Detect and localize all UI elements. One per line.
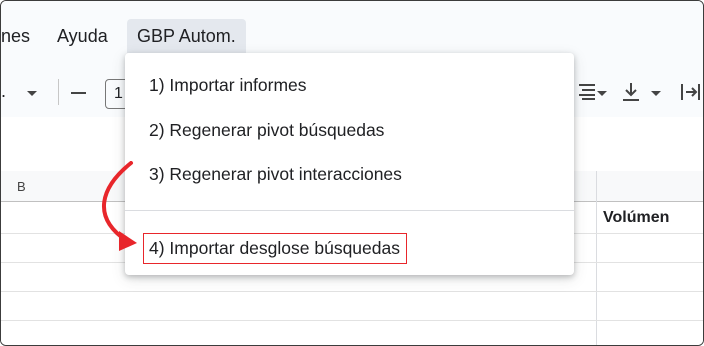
menu-item-importar-informes[interactable]: 1) Importar informes (149, 75, 307, 96)
align-chevron-down-icon[interactable] (597, 91, 607, 96)
column-separator (596, 171, 597, 345)
align-icon[interactable] (577, 81, 597, 101)
menu-item-importar-desglose-busquedas[interactable]: 4) Importar desglose búsquedas (143, 233, 407, 264)
cell-volumen[interactable]: Volúmen (603, 209, 669, 227)
menu-item-regenerar-pivot-busquedas[interactable]: 2) Regenerar pivot búsquedas (149, 120, 384, 141)
text-wrap-icon[interactable] (679, 81, 701, 103)
app-window: nes Ayuda GBP Autom. . 1 B Volúmen 1) Im… (0, 0, 704, 346)
valign-chevron-down-icon[interactable] (651, 91, 661, 96)
menu-item-regenerar-pivot-interacciones[interactable]: 3) Regenerar pivot interacciones (149, 164, 402, 185)
menu-herramientas-partial[interactable]: nes (1, 19, 30, 53)
vertical-align-bottom-icon[interactable] (621, 81, 641, 103)
column-b-header[interactable]: B (17, 179, 26, 194)
menubar: nes Ayuda GBP Autom. (1, 1, 703, 61)
toolbar-divider (58, 79, 59, 105)
menu-gbp-autom[interactable]: GBP Autom. (127, 19, 246, 53)
chevron-down-icon[interactable] (27, 91, 37, 96)
red-curved-arrow-icon (101, 161, 137, 251)
menu-ayuda[interactable]: Ayuda (57, 19, 108, 53)
row-line (1, 291, 703, 292)
menu-separator (125, 210, 574, 211)
gbp-autom-dropdown-menu: 1) Importar informes 2) Regenerar pivot … (125, 53, 574, 275)
row-line (1, 320, 703, 321)
decrease-font-size-icon[interactable] (71, 92, 86, 94)
font-dropdown[interactable]: . (1, 81, 6, 102)
